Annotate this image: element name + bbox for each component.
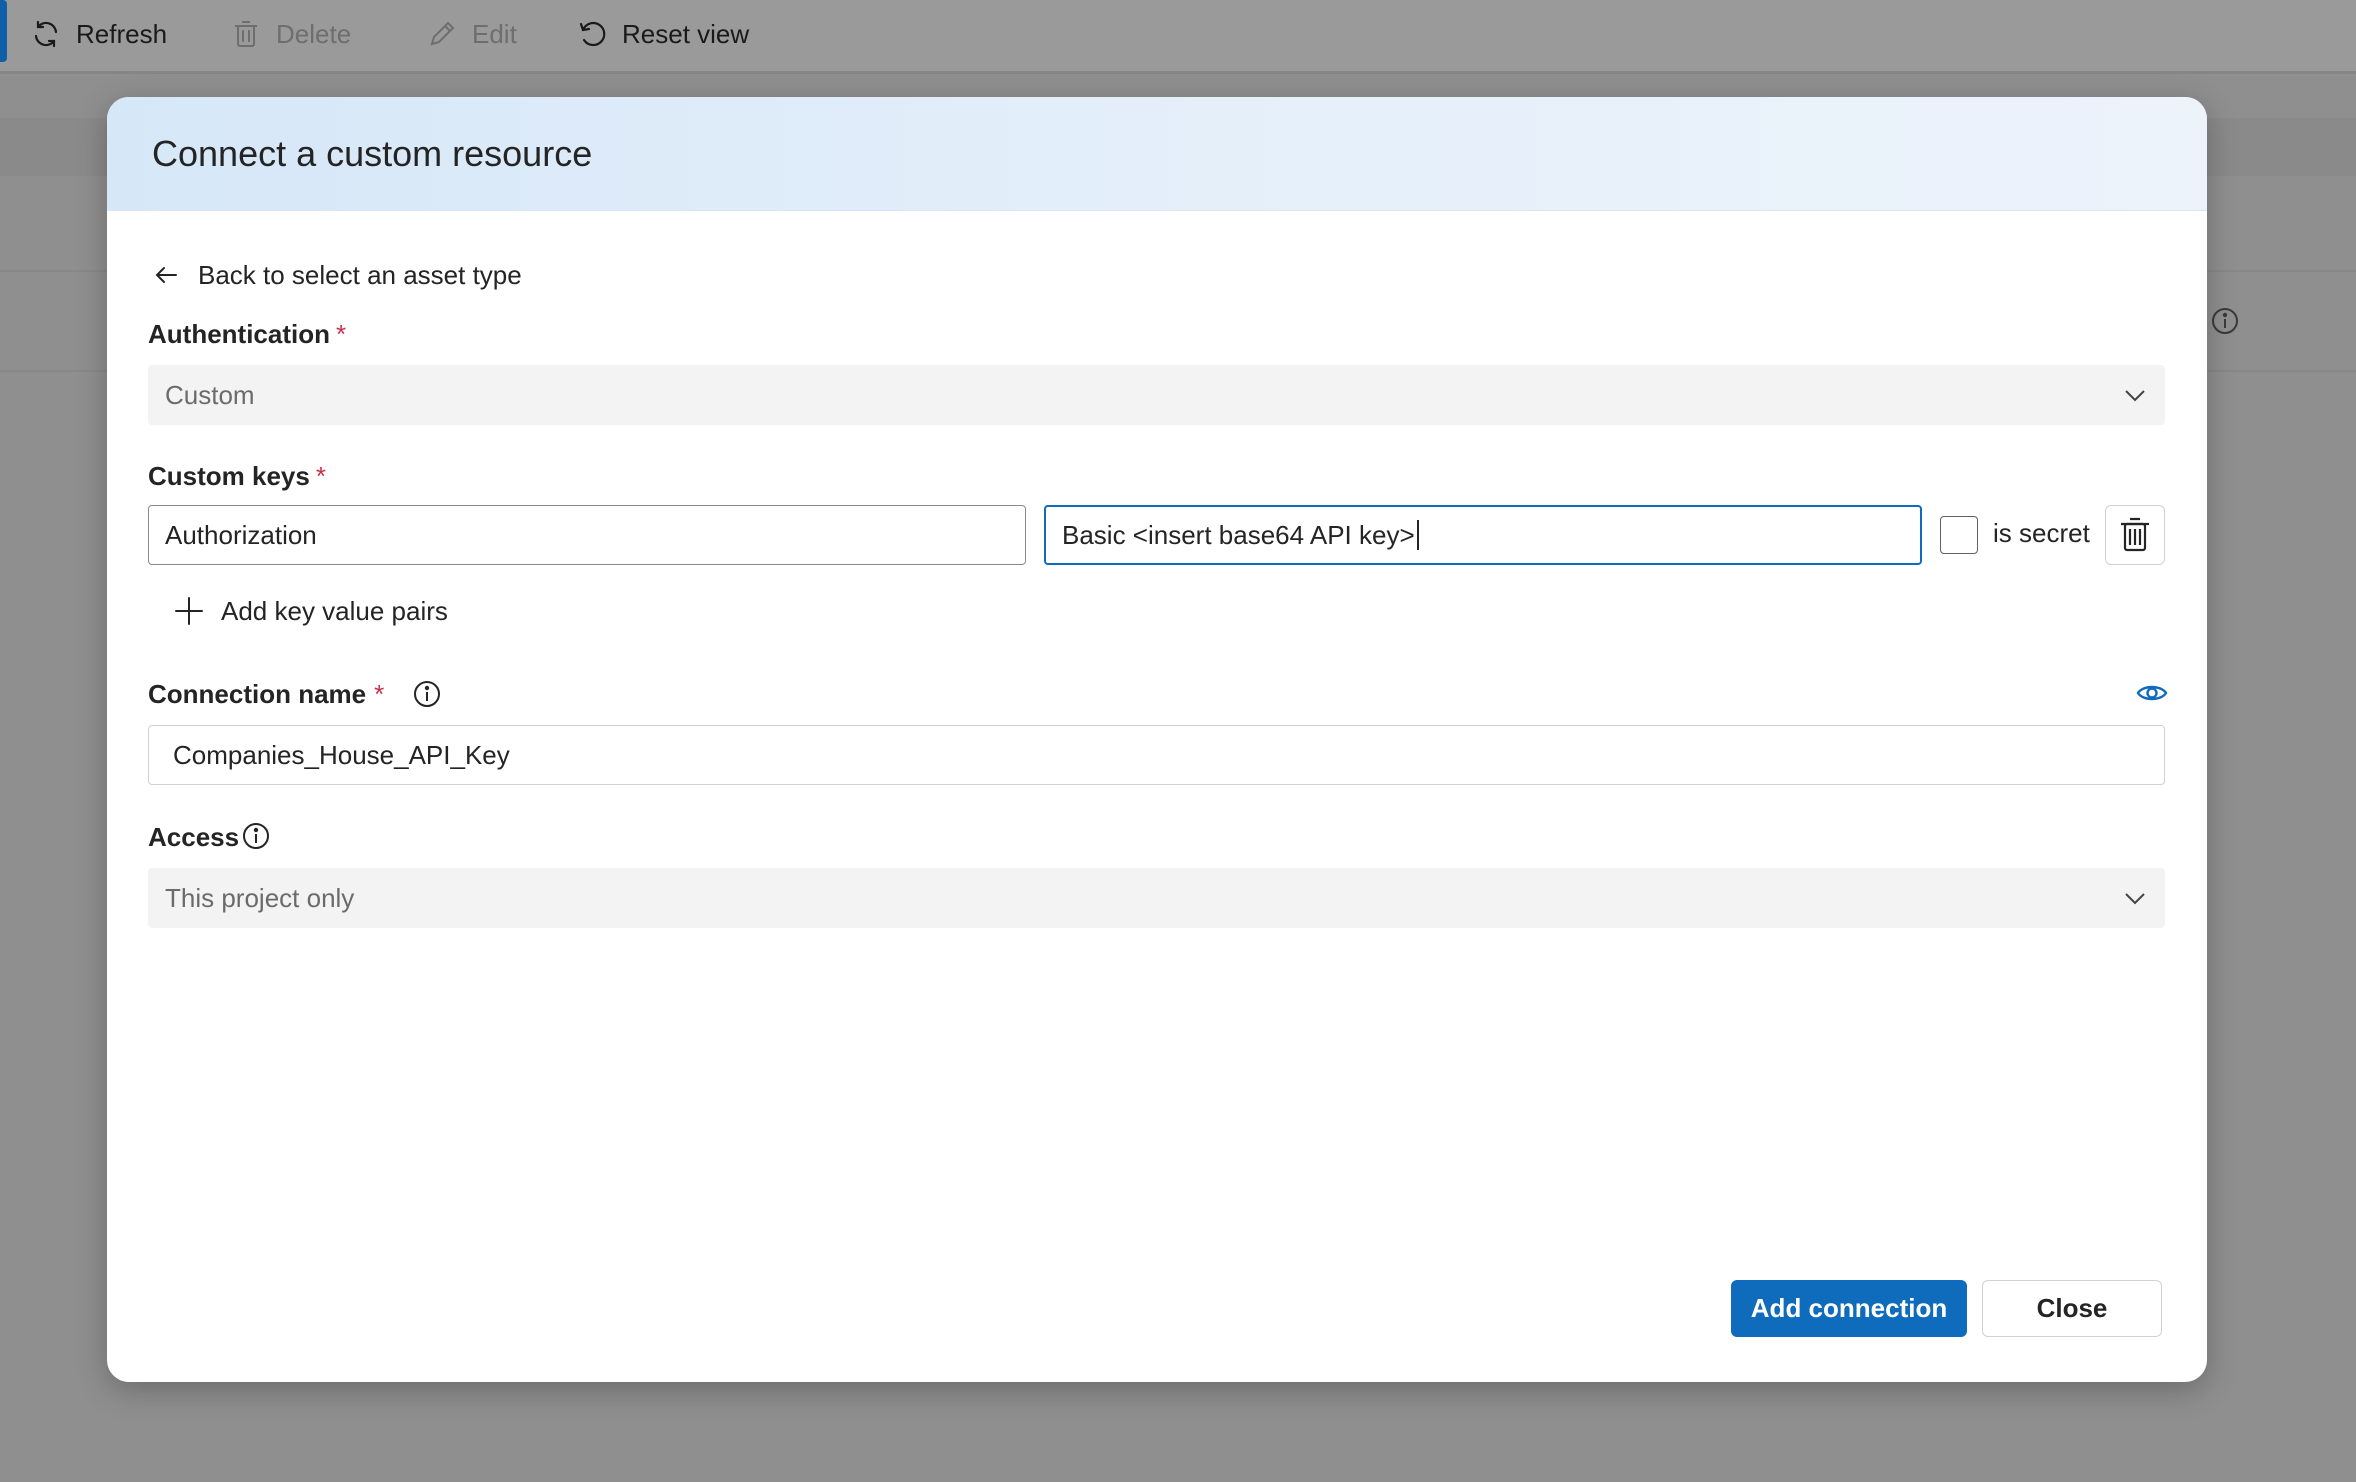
trash-icon (2121, 517, 2149, 552)
access-value: This project only (165, 882, 355, 913)
reset-icon (579, 21, 606, 47)
back-link[interactable]: Back to select an asset type (152, 257, 522, 293)
command-bar: Refresh Delete Edit Reset view (0, 0, 2356, 74)
chevron-down-icon (2125, 893, 2145, 905)
custom-key-name-value: Authorization (165, 519, 317, 550)
arrow-left-icon (155, 267, 177, 283)
close-button[interactable]: Close (1982, 1280, 2162, 1337)
refresh-label: Refresh (76, 18, 168, 49)
access-label: Access (148, 822, 239, 853)
authentication-label-text: Authentication (148, 319, 330, 349)
info-icon[interactable] (241, 821, 271, 851)
plus-icon (175, 597, 203, 625)
required-mark: * (315, 461, 326, 491)
connection-name-input[interactable]: Companies_House_API_Key (148, 725, 2165, 785)
required-mark: * (374, 679, 385, 709)
required-mark: * (336, 319, 347, 349)
text-caret (1416, 520, 1419, 550)
delete-key-pair-button[interactable] (2105, 505, 2165, 565)
edit-label: Edit (472, 18, 517, 49)
authentication-label: Authentication * (148, 319, 346, 350)
info-icon[interactable] (412, 679, 442, 709)
custom-key-value-input[interactable]: Basic <insert base64 API key> (1044, 505, 1922, 565)
delete-label: Delete (276, 18, 352, 49)
connect-custom-resource-dialog: Connect a custom resource Back to select… (107, 97, 2207, 1382)
add-connection-button[interactable]: Add connection (1731, 1280, 1967, 1337)
custom-keys-label-text: Custom keys (148, 461, 310, 491)
connection-name-value: Companies_House_API_Key (173, 739, 510, 770)
dialog-title: Connect a custom resource (152, 133, 593, 174)
custom-key-name-input[interactable]: Authorization (148, 505, 1026, 565)
active-indicator (0, 0, 7, 62)
dialog-header: Connect a custom resource (107, 97, 2207, 211)
info-icon (2212, 308, 2238, 334)
eye-icon[interactable] (2136, 677, 2168, 709)
is-secret-checkbox[interactable] (1940, 516, 1978, 554)
add-key-value-pairs-button[interactable]: Add key value pairs (173, 591, 448, 631)
refresh-button[interactable]: Refresh (30, 14, 167, 54)
connection-name-label-text: Connection name (148, 679, 367, 709)
reset-view-label: Reset view (622, 18, 750, 49)
reset-view-button[interactable]: Reset view (576, 14, 749, 54)
pencil-icon (430, 21, 455, 46)
custom-keys-label: Custom keys * (148, 461, 326, 492)
add-key-value-pairs-label: Add key value pairs (221, 595, 448, 626)
authentication-select[interactable]: Custom (148, 365, 2165, 425)
refresh-icon (34, 20, 58, 48)
custom-key-value-text: Basic <insert base64 API key> (1062, 519, 1415, 550)
connection-name-label: Connection name * (148, 679, 384, 710)
is-secret-label: is secret (1993, 518, 2090, 548)
back-link-label: Back to select an asset type (198, 259, 522, 290)
access-label-text: Access (148, 822, 240, 852)
authentication-value: Custom (165, 379, 255, 410)
chevron-down-icon (2125, 390, 2145, 402)
edit-button[interactable]: Edit (426, 14, 517, 54)
trash-icon (235, 21, 257, 47)
access-select[interactable]: This project only (148, 868, 2165, 928)
delete-button[interactable]: Delete (230, 14, 351, 54)
